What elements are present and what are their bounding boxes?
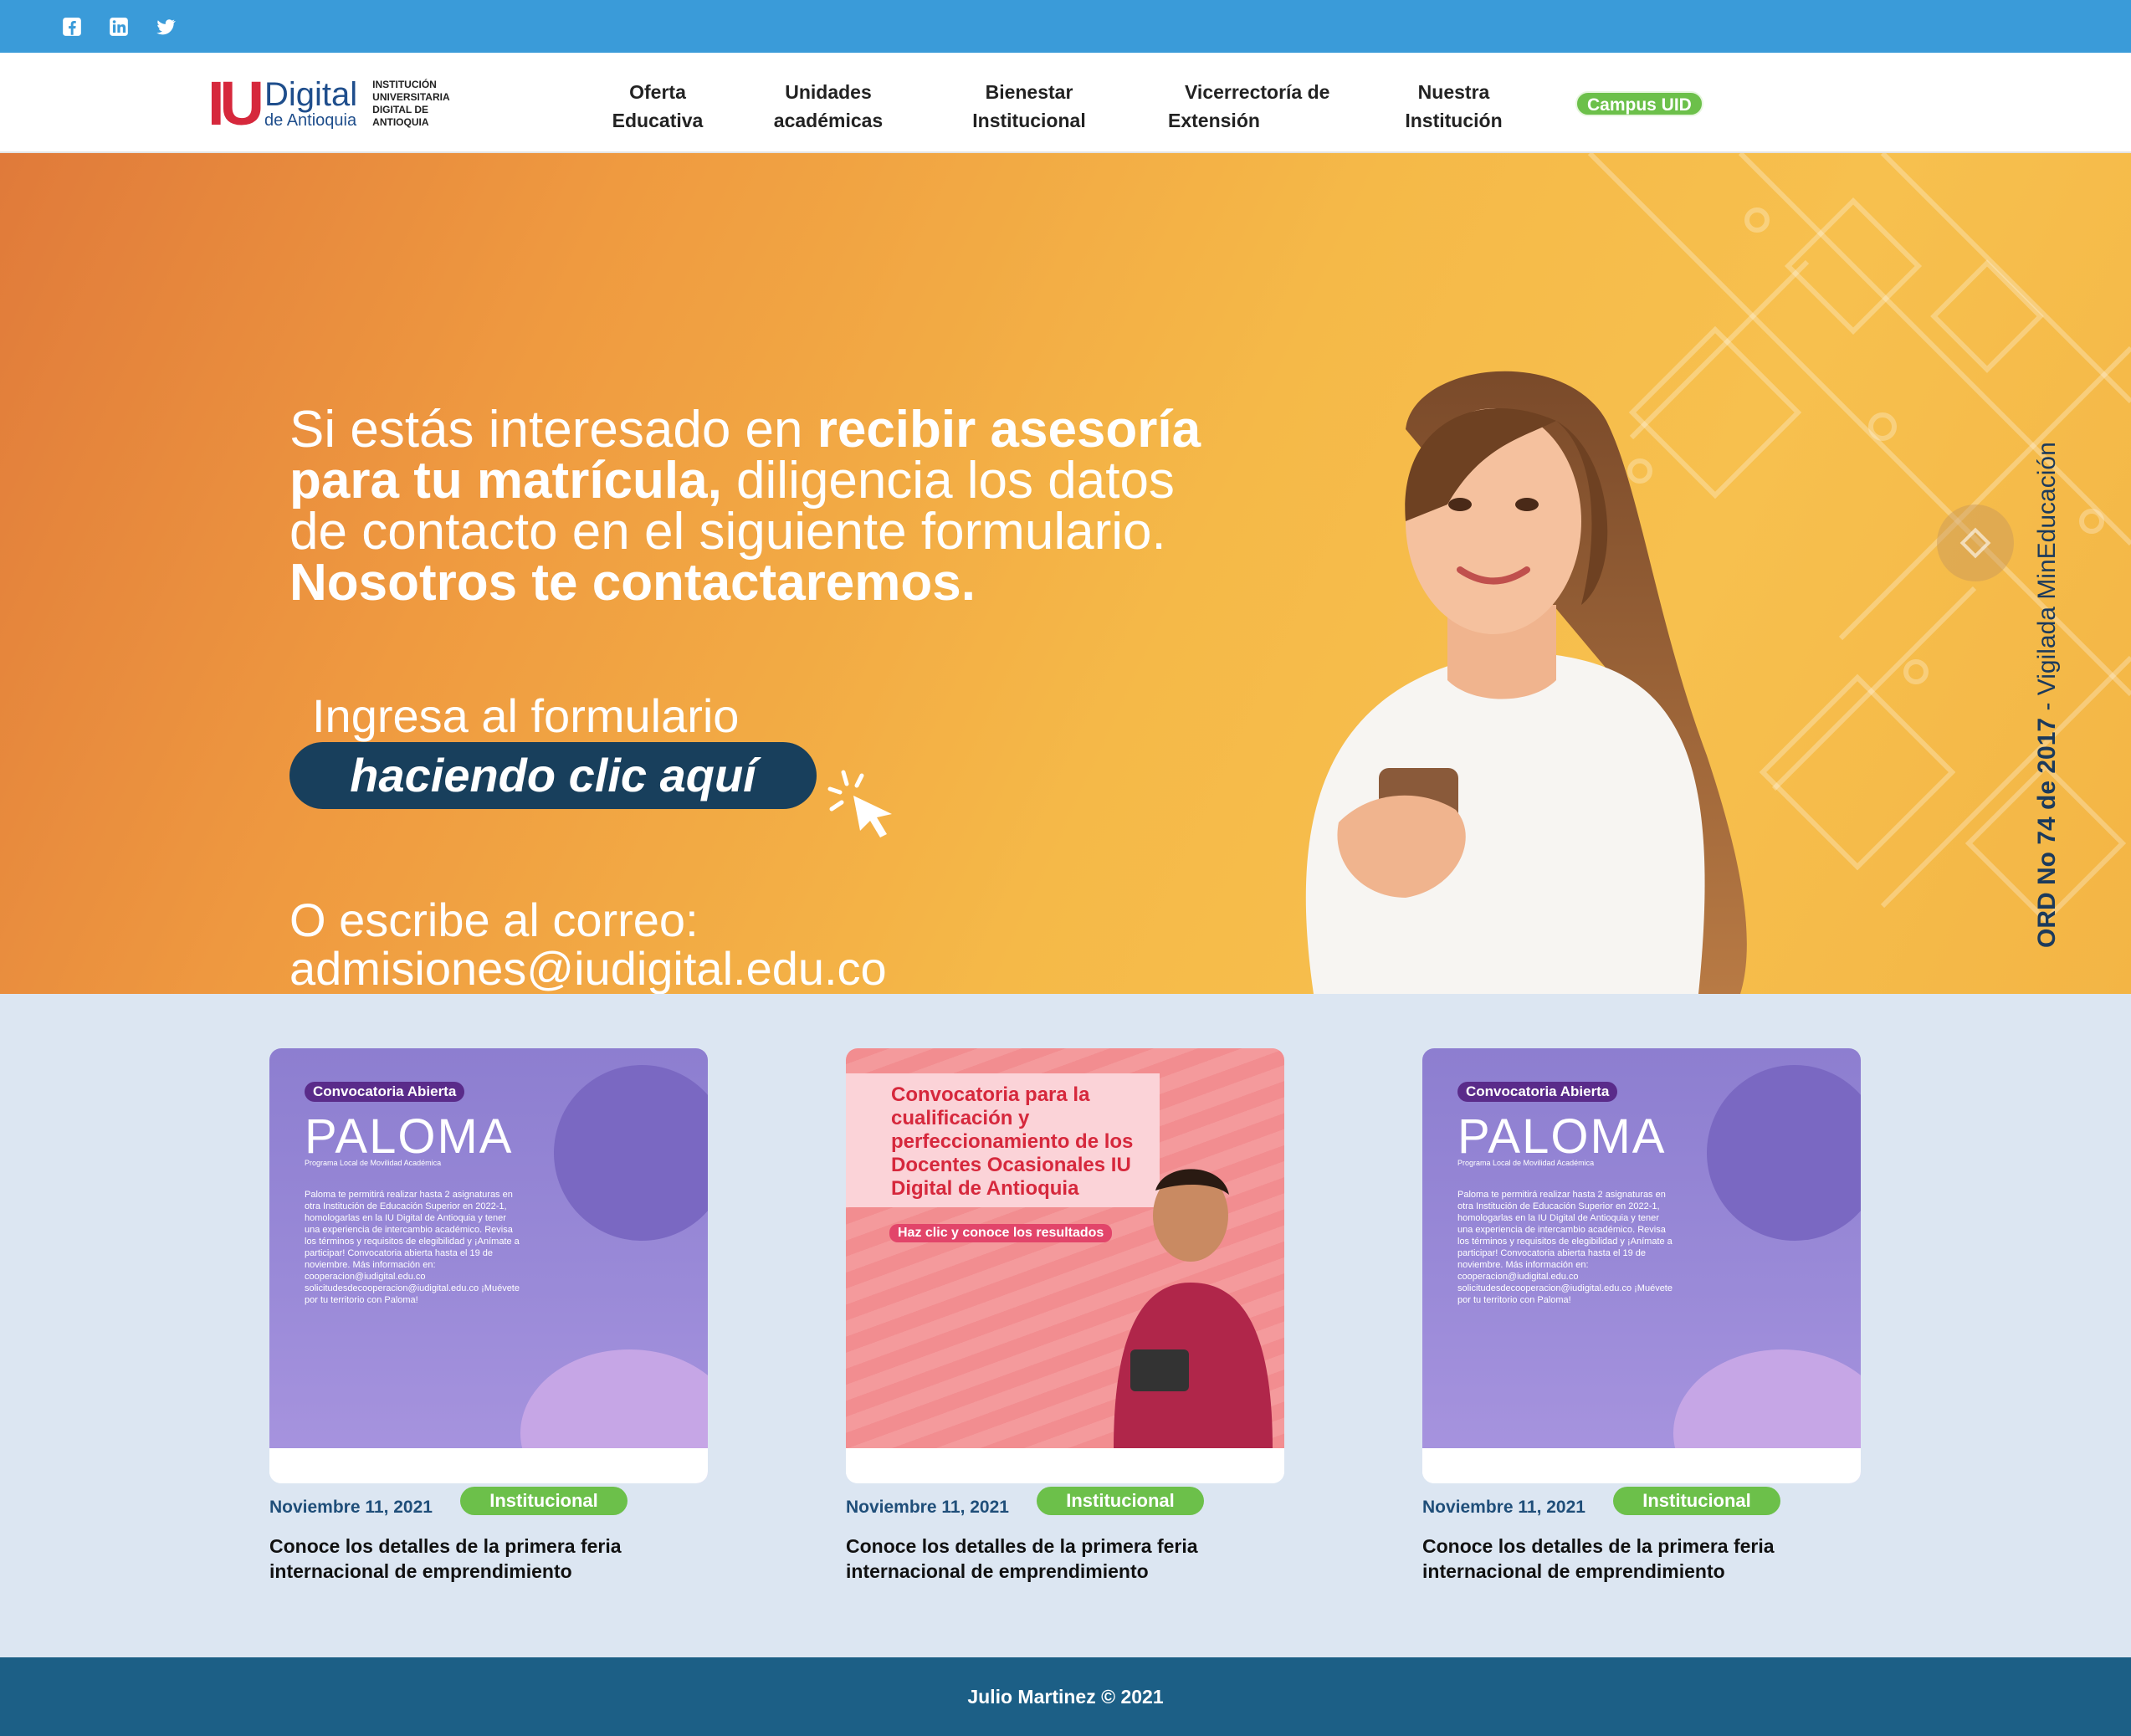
nav-item-line2: Extensión bbox=[1168, 110, 1260, 131]
card-image[interactable]: Convocatoria Abierta PALOMA Programa Loc… bbox=[1422, 1048, 1861, 1483]
hero-line-2-bold: para tu matrícula, bbox=[289, 452, 722, 510]
card-category-tag[interactable]: Institucional bbox=[1613, 1487, 1780, 1515]
cursor-click-icon bbox=[827, 770, 892, 837]
hero-line-1: Si estás interesado en recibir asesoría bbox=[289, 401, 1201, 458]
news-card-1[interactable]: Convocatoria Abierta PALOMA Programa Loc… bbox=[269, 1048, 708, 1582]
nav-item-line2: Institución bbox=[1405, 110, 1503, 131]
nav-item-line2: académicas bbox=[773, 110, 884, 131]
page-footer: Julio Martinez © 2021 bbox=[0, 1657, 2131, 1736]
logo-digital-text: Digital bbox=[264, 76, 358, 113]
nav-bienestar-institucional[interactable]: Bienestar Institucional bbox=[954, 78, 1104, 135]
logo-wordmark: Digital de Antioquia bbox=[264, 78, 357, 130]
card-category-tag[interactable]: Institucional bbox=[1037, 1487, 1204, 1515]
logo-subtitle: INSTITUCIÓN UNIVERSITARIA DIGITAL DE ANT… bbox=[372, 79, 450, 128]
nav-item-line1: Bienestar bbox=[985, 81, 1073, 103]
nav-item-line2: Institucional bbox=[972, 110, 1086, 131]
hero-email-block: O escribe al correo: admisiones@iudigita… bbox=[289, 896, 887, 993]
poster-footer-logos bbox=[269, 1448, 708, 1483]
hero-legal-vertical-text: ORD No 74 de 2017 - Vigilada MinEducació… bbox=[2033, 442, 2062, 948]
card-image[interactable]: Convocatoria para la cualificación y per… bbox=[846, 1048, 1284, 1483]
hero-form-prompt: Ingresa al formulario bbox=[312, 689, 740, 742]
slider-next-button[interactable] bbox=[1937, 504, 2014, 581]
hero-line-1-bold: recibir asesoría bbox=[817, 401, 1201, 458]
card-date: Noviembre 11, 2021 bbox=[1422, 1498, 1585, 1517]
student-woman-photo bbox=[1305, 371, 1747, 994]
hero-banner[interactable]: Si estás interesado en recibir asesoría … bbox=[0, 153, 2131, 994]
poster-footer-wrap bbox=[269, 1048, 708, 1483]
hero-line-2-normal: diligencia los datos bbox=[721, 452, 1175, 510]
hero-line-2: para tu matrícula, diligencia los datos bbox=[289, 455, 1201, 507]
campus-uid-button[interactable]: Campus UID bbox=[1575, 91, 1703, 116]
hero-email-prompt: O escribe al correo: bbox=[289, 894, 699, 946]
hero-headline: Si estás interesado en recibir asesoría … bbox=[289, 401, 1201, 609]
linkedin-icon[interactable] bbox=[107, 15, 131, 38]
nav-oferta-educativa[interactable]: Oferta Educativa bbox=[596, 78, 720, 135]
twitter-icon[interactable] bbox=[154, 15, 177, 38]
hero-line-1-normal: Si estás interesado en bbox=[289, 401, 817, 458]
nav-vicerrectoria-extension[interactable]: Vicerrectoría de Extensión bbox=[1163, 78, 1355, 135]
news-card-2[interactable]: Convocatoria para la cualificación y per… bbox=[846, 1048, 1284, 1582]
card-title[interactable]: Conoce los detalles de la primera feria … bbox=[269, 1534, 704, 1584]
poster-footer-wrap bbox=[846, 1048, 1284, 1483]
card-title[interactable]: Conoce los detalles de la primera feria … bbox=[1422, 1534, 1857, 1584]
social-bar bbox=[0, 0, 2131, 53]
nav-item-line1: Oferta bbox=[629, 81, 686, 103]
hero-line-4-bold: Nosotros te contactaremos. bbox=[289, 554, 976, 612]
hero-email-address[interactable]: admisiones@iudigital.edu.co bbox=[289, 945, 887, 993]
card-date: Noviembre 11, 2021 bbox=[846, 1498, 1009, 1517]
hero-legal-bold: ORD No 74 de 2017 bbox=[2033, 717, 2061, 948]
nav-unidades-academicas[interactable]: Unidades académicas bbox=[757, 78, 899, 135]
logo-iu: IU bbox=[207, 69, 264, 138]
poster-footer-logos bbox=[1422, 1448, 1861, 1483]
facebook-icon[interactable] bbox=[60, 15, 84, 38]
nav-item-line1: Unidades bbox=[785, 81, 872, 103]
logo-region-text: de Antioquia bbox=[264, 111, 357, 130]
iu-digital-logo[interactable]: IU Digital de Antioquia INSTITUCIÓN UNIV… bbox=[207, 71, 473, 136]
hero-legal-normal: - Vigilada MinEducación bbox=[2033, 442, 2061, 718]
poster-footer-logos bbox=[846, 1448, 1284, 1483]
footer-copyright: Julio Martinez © 2021 bbox=[967, 1686, 1164, 1708]
main-navbar: IU Digital de Antioquia INSTITUCIÓN UNIV… bbox=[0, 53, 2131, 153]
nav-nuestra-institucion[interactable]: Nuestra Institución bbox=[1393, 78, 1514, 135]
hero-line-4: Nosotros te contactaremos. bbox=[289, 557, 1201, 609]
card-date: Noviembre 11, 2021 bbox=[269, 1498, 433, 1517]
hero-cta-button[interactable]: haciendo clic aquí bbox=[289, 742, 817, 809]
hero-line-3: de contacto en el siguiente formulario. bbox=[289, 503, 1166, 561]
news-card-3[interactable]: Convocatoria Abierta PALOMA Programa Loc… bbox=[1422, 1048, 1861, 1582]
card-category-tag[interactable]: Institucional bbox=[460, 1487, 628, 1515]
nav-item-line2: Educativa bbox=[612, 110, 704, 131]
nav-item-line1: Vicerrectoría de bbox=[1185, 81, 1330, 103]
card-image[interactable]: Convocatoria Abierta PALOMA Programa Loc… bbox=[269, 1048, 708, 1483]
nav-item-line1: Nuestra bbox=[1417, 81, 1490, 103]
poster-footer-wrap bbox=[1422, 1048, 1861, 1483]
card-title[interactable]: Conoce los detalles de la primera feria … bbox=[846, 1534, 1281, 1584]
diamond-icon bbox=[1959, 527, 1991, 559]
